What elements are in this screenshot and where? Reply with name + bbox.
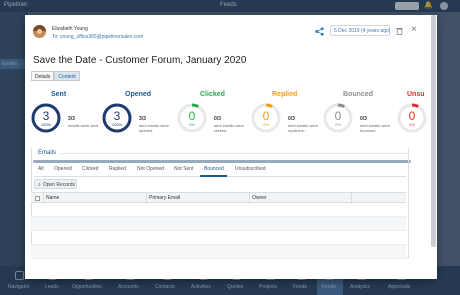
tab-details[interactable]: Details: [31, 71, 55, 81]
stat-label: Replied: [272, 91, 298, 98]
stat-label: Unsu: [407, 91, 425, 98]
active-filter-indicator: [200, 175, 227, 177]
stat-sent: Sent 3 100% 3/3 emails were sent: [31, 91, 101, 151]
stat-opened: Opened 3 100% 3/3 sent emails were opene…: [102, 91, 172, 151]
stat-description: sent emails were bounced: [360, 123, 391, 133]
stat-value: 0: [408, 109, 416, 123]
stat-description: emails were sent: [68, 123, 99, 128]
stat-count: 0/3: [214, 116, 221, 122]
sender-name: Elizabeth Young: [52, 26, 88, 32]
grid-header: Name Primary Email Owner: [31, 192, 406, 204]
tab-content[interactable]: Content: [54, 71, 80, 81]
filter-bounced[interactable]: Bounced: [204, 166, 224, 172]
stat-count: 0/3: [360, 116, 367, 122]
stat-percent: 0%: [409, 122, 415, 127]
stat-value: 3: [113, 109, 121, 123]
stat-percent: 0%: [335, 122, 341, 127]
filter-all[interactable]: All: [38, 166, 44, 172]
share-icon[interactable]: [315, 27, 324, 36]
stat-replied: Replied 0 0% 0/3 sent emails were replie…: [251, 91, 321, 151]
stat-value: 3: [42, 109, 50, 123]
column-owner[interactable]: Owner: [252, 195, 267, 201]
column-name[interactable]: Name: [46, 195, 59, 201]
stat-description: sent emails were replied to: [288, 123, 319, 133]
stat-count: 0/3: [288, 116, 295, 122]
stat-label: Clicked: [200, 91, 225, 98]
stat-percent: 100%: [40, 122, 52, 127]
emails-rule: [60, 153, 408, 154]
close-icon[interactable]: ×: [411, 25, 417, 35]
filter-replied[interactable]: Replied: [109, 166, 126, 172]
filter-not-sent[interactable]: Not Sent: [174, 166, 193, 172]
stat-description: sent emails were clicked: [214, 123, 245, 133]
table-row: [31, 217, 406, 231]
select-all-checkbox[interactable]: [35, 196, 40, 201]
stat-label: Sent: [51, 91, 67, 98]
filter-opened[interactable]: Opened: [54, 166, 72, 172]
table-row: [31, 245, 406, 259]
stat-description: sent emails were opened: [139, 123, 170, 133]
stat-label: Opened: [125, 91, 152, 98]
stat-count: 3/3: [68, 116, 75, 122]
stat-label: Bounced: [343, 91, 373, 98]
column-primary-email[interactable]: Primary Email: [149, 195, 180, 201]
open-records-label: Open Records: [42, 182, 76, 188]
stat-clicked: Clicked 0 0% 0/3 sent emails were clicke…: [177, 91, 247, 151]
view-tabs: Details Content: [31, 71, 80, 81]
filter-not-opened[interactable]: Not Opened: [137, 166, 164, 172]
stat-value: 0: [334, 109, 342, 123]
stat-percent: 100%: [111, 122, 123, 127]
table-row: [31, 231, 406, 245]
trash-icon[interactable]: [396, 27, 403, 35]
stat-percent: 0%: [263, 122, 269, 127]
vertical-scrollbar[interactable]: [431, 15, 436, 247]
search-icon: ⌕: [38, 182, 41, 188]
recipient-line[interactable]: To: young_office365@pipelinersales.com: [52, 34, 143, 40]
stat-count: 3/3: [139, 116, 146, 122]
sender-avatar: [33, 25, 46, 38]
stat-value: 0: [188, 109, 196, 123]
filter-clicked[interactable]: Clicked: [82, 166, 98, 172]
email-subject: Save the Date - Customer Forum, January …: [33, 55, 247, 66]
table-row: [31, 203, 406, 217]
stat-value: 0: [262, 109, 270, 123]
filter-unsubscribed[interactable]: Unsubscribed: [235, 166, 266, 172]
sent-date: 5 Dec 2019 (4 years ago): [330, 25, 390, 36]
stat-bounced: Bounced 0 0% 0/3 sent emails were bounce…: [323, 91, 393, 151]
stat-percent: 0%: [189, 122, 195, 127]
emails-legend: Emails: [36, 150, 59, 156]
open-records-button[interactable]: ⌕ Open Records: [34, 179, 77, 189]
